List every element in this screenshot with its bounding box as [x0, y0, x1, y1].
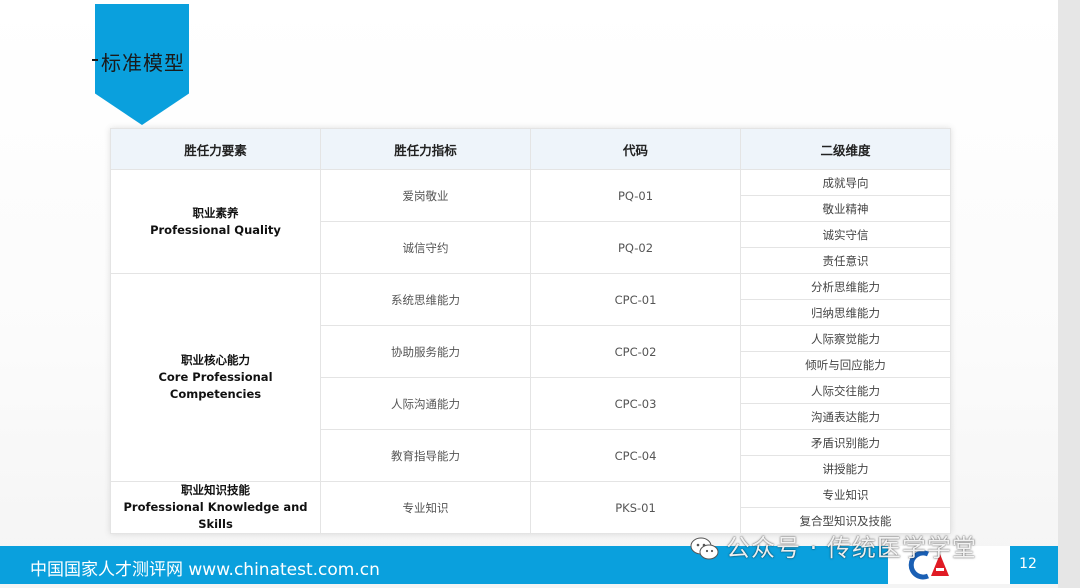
right-margin-strip — [1058, 0, 1080, 588]
dimension-cell: 分析思维能力 — [740, 273, 951, 300]
dimension-cell: 专业知识 — [740, 481, 951, 508]
title-dash — [92, 59, 98, 61]
indicator-cell: 爱岗敬业 — [320, 169, 531, 222]
indicator-cell: 协助服务能力 — [320, 325, 531, 378]
header-code: 代码 — [530, 128, 741, 170]
element-cn: 职业知识技能 — [181, 483, 250, 497]
element-cn: 职业素养 — [192, 205, 239, 220]
dimension-cell: 沟通表达能力 — [740, 403, 951, 430]
dimension-cell: 敬业精神 — [740, 195, 951, 222]
indicator-cell: 诚信守约 — [320, 221, 531, 274]
table-header-row: 胜任力要素 胜任力指标 代码 二级维度 — [110, 128, 951, 170]
dimension-cell: 成就导向 — [740, 169, 951, 196]
element-en: Core Professional Competencies — [158, 370, 273, 401]
code-cell: CPC-02 — [530, 325, 741, 378]
footer-text: 中国国家人才测评网 www.chinatest.com.cn — [30, 560, 380, 580]
dimension-cell: 讲授能力 — [740, 455, 951, 482]
dimension-cell: 人际交往能力 — [740, 377, 951, 404]
dimension-cell: 责任意识 — [740, 247, 951, 274]
element-cn: 职业核心能力 — [181, 353, 250, 367]
indicator-cell: 教育指导能力 — [320, 429, 531, 482]
page-number: 12 — [1019, 556, 1037, 572]
header-indicator: 胜任力指标 — [320, 128, 531, 170]
code-cell: CPC-01 — [530, 273, 741, 326]
slide-title: 标准模型 — [101, 51, 185, 75]
element-cell: 职业素养 Professional Quality — [110, 169, 321, 274]
table-row: 职业素养 Professional Quality 爱岗敬业 PQ-01 成就导… — [110, 169, 951, 274]
element-en: Professional Knowledge and Skills — [123, 500, 308, 531]
dimension-cell: 诚实守信 — [740, 221, 951, 248]
wechat-icon — [690, 537, 719, 560]
dimension-cell: 人际察觉能力 — [740, 325, 951, 352]
indicator-cell: 人际沟通能力 — [320, 377, 531, 430]
indicator-cell: 系统思维能力 — [320, 273, 531, 326]
watermark-text: 公众号 · 传统医学学堂 — [726, 534, 977, 562]
watermark: 公众号 · 传统医学学堂 — [690, 528, 977, 563]
element-cell: 职业核心能力 Core Professional Competencies — [110, 273, 321, 482]
code-cell: CPC-03 — [530, 377, 741, 430]
element-cell: 职业知识技能 Professional Knowledge and Skills — [110, 481, 321, 534]
code-cell: PQ-02 — [530, 221, 741, 274]
element-en: Professional Quality — [150, 222, 281, 237]
header-dimension: 二级维度 — [740, 128, 951, 170]
dimension-cell: 归纳思维能力 — [740, 299, 951, 326]
page-number-box: 12 — [1010, 546, 1058, 584]
code-cell: CPC-04 — [530, 429, 741, 482]
dimension-cell: 倾听与回应能力 — [740, 351, 951, 378]
slide: 标准模型 胜任力要素 胜任力指标 代码 二级维度 职业素养 Profession… — [0, 0, 1059, 588]
competency-model-table: 胜任力要素 胜任力指标 代码 二级维度 职业素养 Professional Qu… — [110, 128, 951, 534]
dimension-cell: 矛盾识别能力 — [740, 429, 951, 456]
table-row: 职业核心能力 Core Professional Competencies 系统… — [110, 273, 951, 482]
table-row: 职业知识技能 Professional Knowledge and Skills… — [110, 481, 951, 534]
code-cell: PKS-01 — [530, 481, 741, 534]
header-element: 胜任力要素 — [110, 128, 321, 170]
indicator-cell: 专业知识 — [320, 481, 531, 534]
code-cell: PQ-01 — [530, 169, 741, 222]
